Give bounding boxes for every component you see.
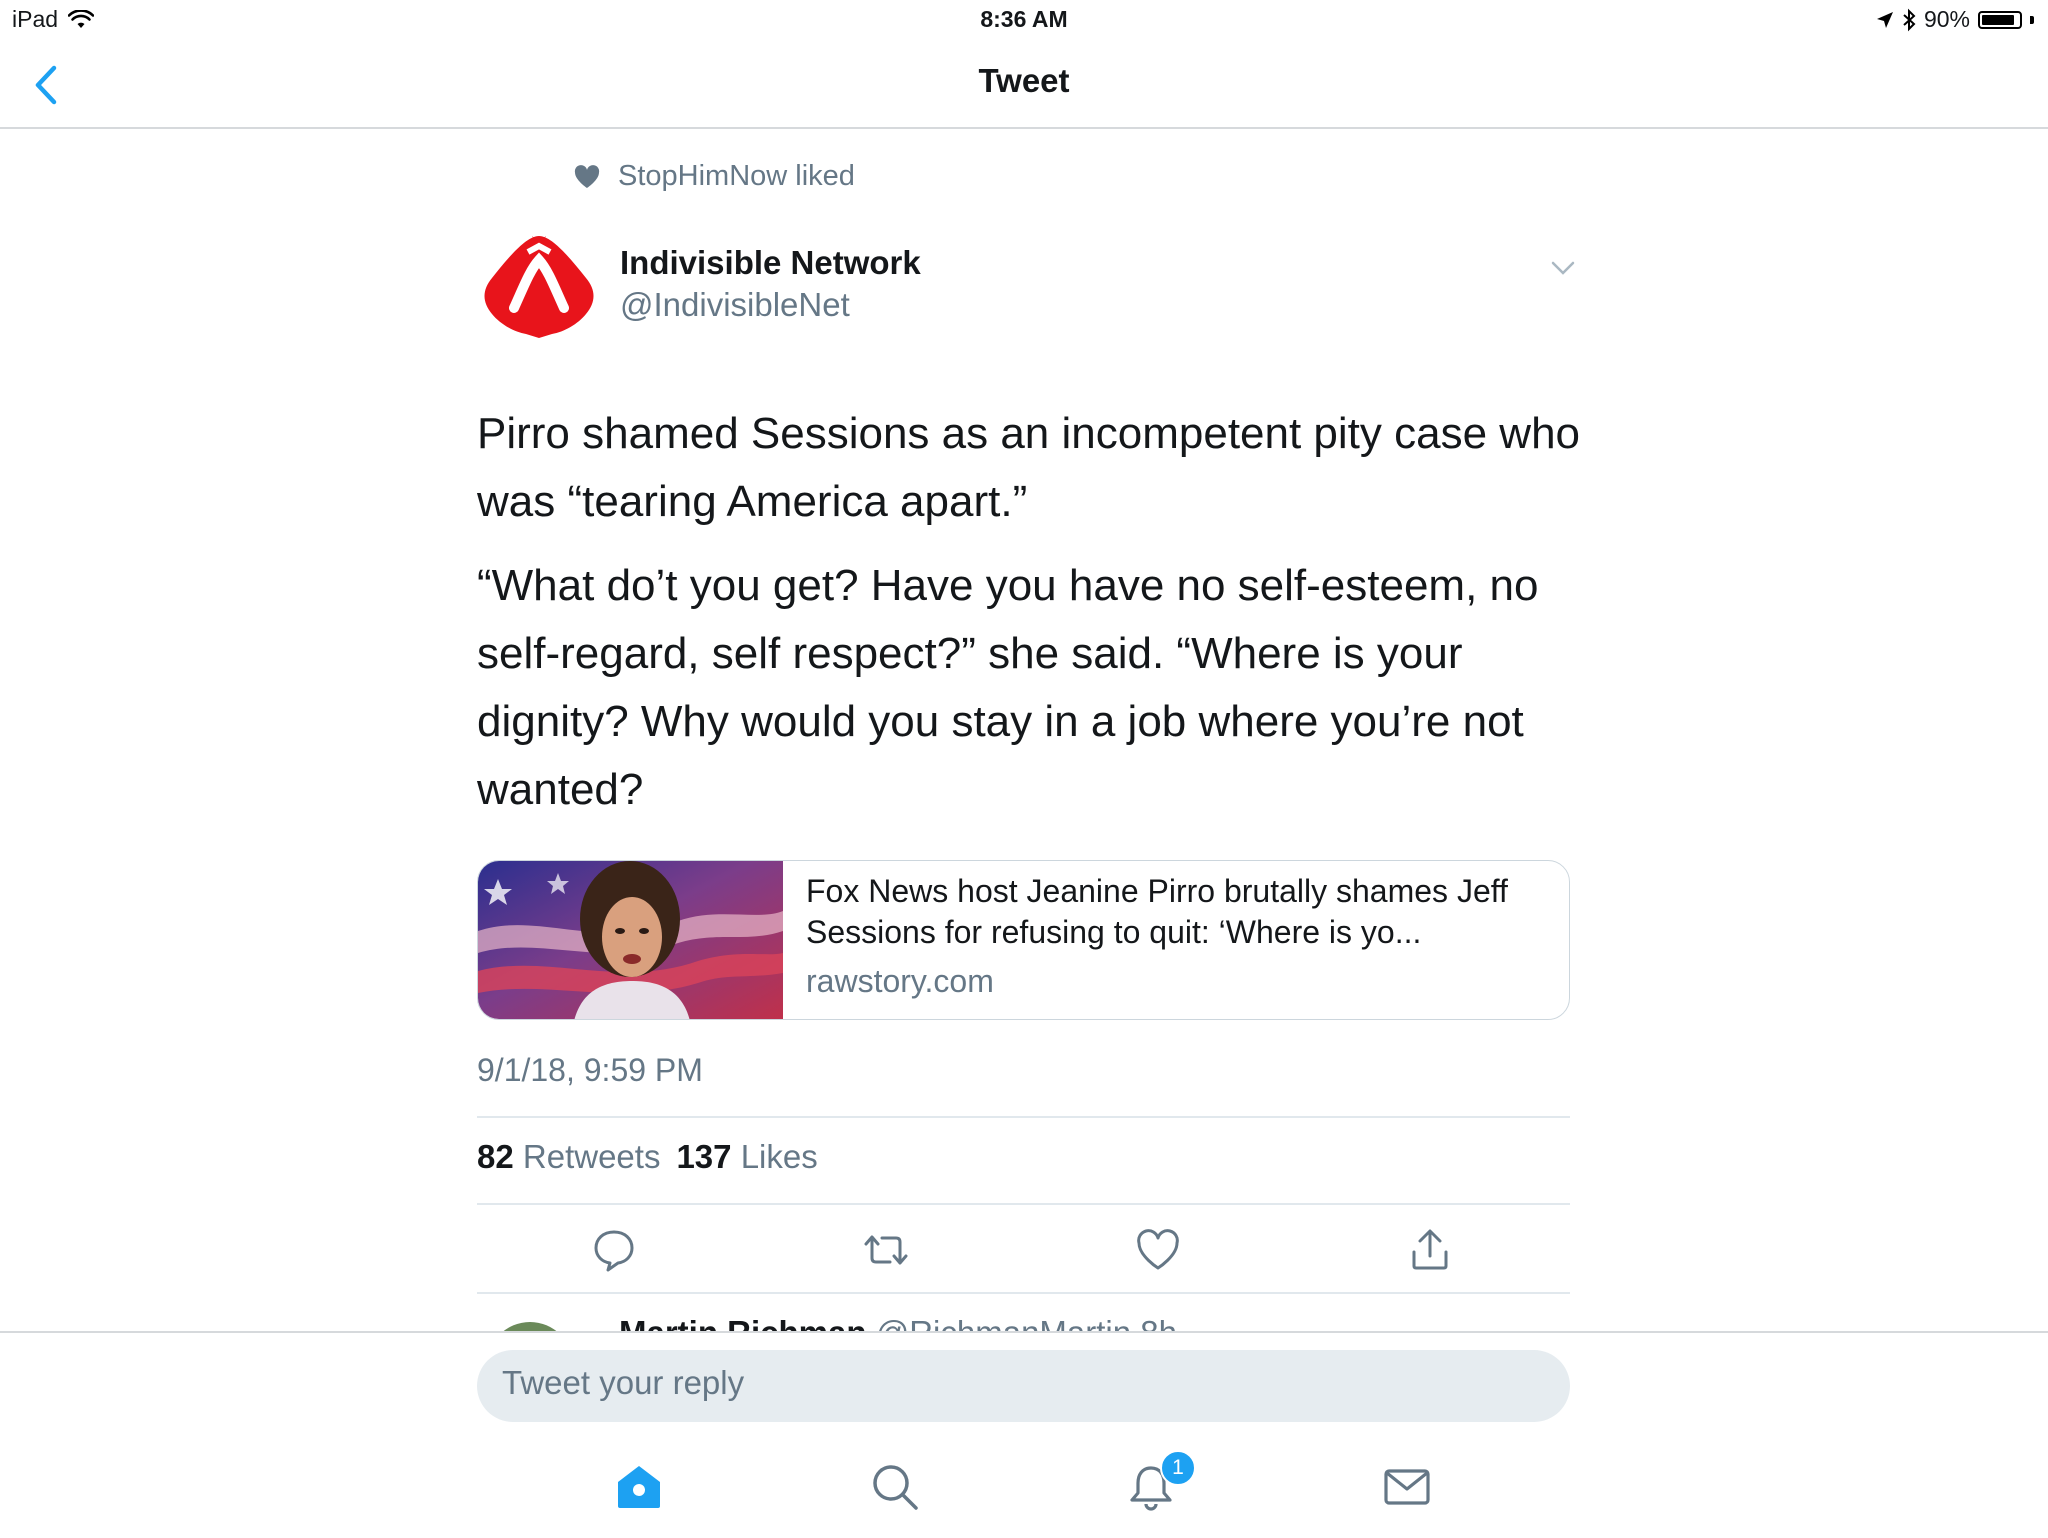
battery-percent: 90% <box>1923 6 1970 32</box>
messages-icon <box>1384 1469 1430 1505</box>
card-title: Fox News host Jeanine Pirro brutally sha… <box>806 873 1508 950</box>
reply-header: Martin Richman @RichmanMartin 8h <box>619 1314 1177 1332</box>
reply-input[interactable]: Tweet your reply <box>477 1350 1570 1422</box>
reply-placeholder: Tweet your reply <box>502 1364 745 1401</box>
retweet-icon <box>864 1235 908 1265</box>
card-thumbnail <box>478 861 783 1019</box>
retweets-label: Retweets <box>522 1138 661 1175</box>
likes-stat[interactable]: 137 Likes <box>676 1138 817 1176</box>
like-icon <box>1137 1229 1179 1270</box>
next-reply-peek[interactable]: Martin Richman @RichmanMartin 8h <box>477 1292 1570 1332</box>
author-name[interactable]: Indivisible Network <box>620 244 921 282</box>
news-anchor-thumbnail-icon <box>478 861 783 1019</box>
notification-badge: 1 <box>1160 1450 1196 1486</box>
retweets-stat[interactable]: 82 Retweets <box>477 1138 660 1176</box>
tab-messages[interactable] <box>1382 1462 1432 1512</box>
battery-icon <box>1978 10 2022 29</box>
like-button[interactable] <box>1134 1226 1182 1274</box>
indivisible-logo-icon <box>484 236 594 338</box>
retweet-button[interactable] <box>862 1226 910 1274</box>
likes-label: Likes <box>740 1138 818 1175</box>
reply-author-handle: @RichmanMartin <box>876 1314 1131 1332</box>
share-icon <box>1412 1229 1448 1270</box>
location-arrow-icon <box>1876 11 1893 28</box>
link-card[interactable]: Fox News host Jeanine Pirro brutally sha… <box>477 860 1570 1020</box>
reply-button[interactable] <box>590 1226 638 1274</box>
card-domain: rawstory.com <box>806 963 994 999</box>
heart-filled-icon <box>574 164 600 188</box>
bluetooth-icon <box>1903 8 1916 31</box>
reply-icon <box>594 1230 634 1272</box>
battery-level <box>1982 14 2014 25</box>
tweet-menu-button[interactable] <box>1547 256 1579 280</box>
stats-divider-bottom <box>477 1203 1570 1205</box>
social-context[interactable]: StopHimNow liked <box>574 160 855 193</box>
page-title: Tweet <box>978 62 1070 99</box>
chevron-down-icon <box>1551 261 1575 275</box>
social-context-text: StopHimNow liked <box>618 160 855 192</box>
avatar[interactable] <box>478 226 600 348</box>
tweet-stats: 82 Retweets 137 Likes <box>477 1138 818 1176</box>
tab-home[interactable] <box>614 1462 664 1512</box>
tab-search[interactable] <box>870 1462 920 1512</box>
search-icon <box>873 1465 918 1510</box>
likes-count: 137 <box>676 1138 732 1175</box>
reply-time: 8h <box>1140 1314 1177 1332</box>
author-handle[interactable]: @IndivisibleNet <box>620 286 850 324</box>
tweet-paragraph-2: “What do’t you get? Have you have no sel… <box>477 561 1539 814</box>
home-icon <box>618 1466 660 1508</box>
tweet-timestamp: 9/1/18, 9:59 PM <box>477 1052 703 1088</box>
tweet-paragraph-1: Pirro shamed Sessions as an incompetent … <box>477 409 1581 526</box>
reply-author-name: Martin Richman <box>619 1314 867 1332</box>
battery-cap <box>2030 15 2034 24</box>
status-time: 8:36 AM <box>980 6 1068 32</box>
nav-divider <box>0 127 2048 129</box>
stats-divider-top <box>477 1116 1570 1118</box>
retweets-count: 82 <box>477 1138 514 1175</box>
share-button[interactable] <box>1406 1226 1454 1274</box>
status-bar-right: 90% <box>1876 6 2034 33</box>
tweet-text: Pirro shamed Sessions as an incompetent … <box>477 400 1587 840</box>
